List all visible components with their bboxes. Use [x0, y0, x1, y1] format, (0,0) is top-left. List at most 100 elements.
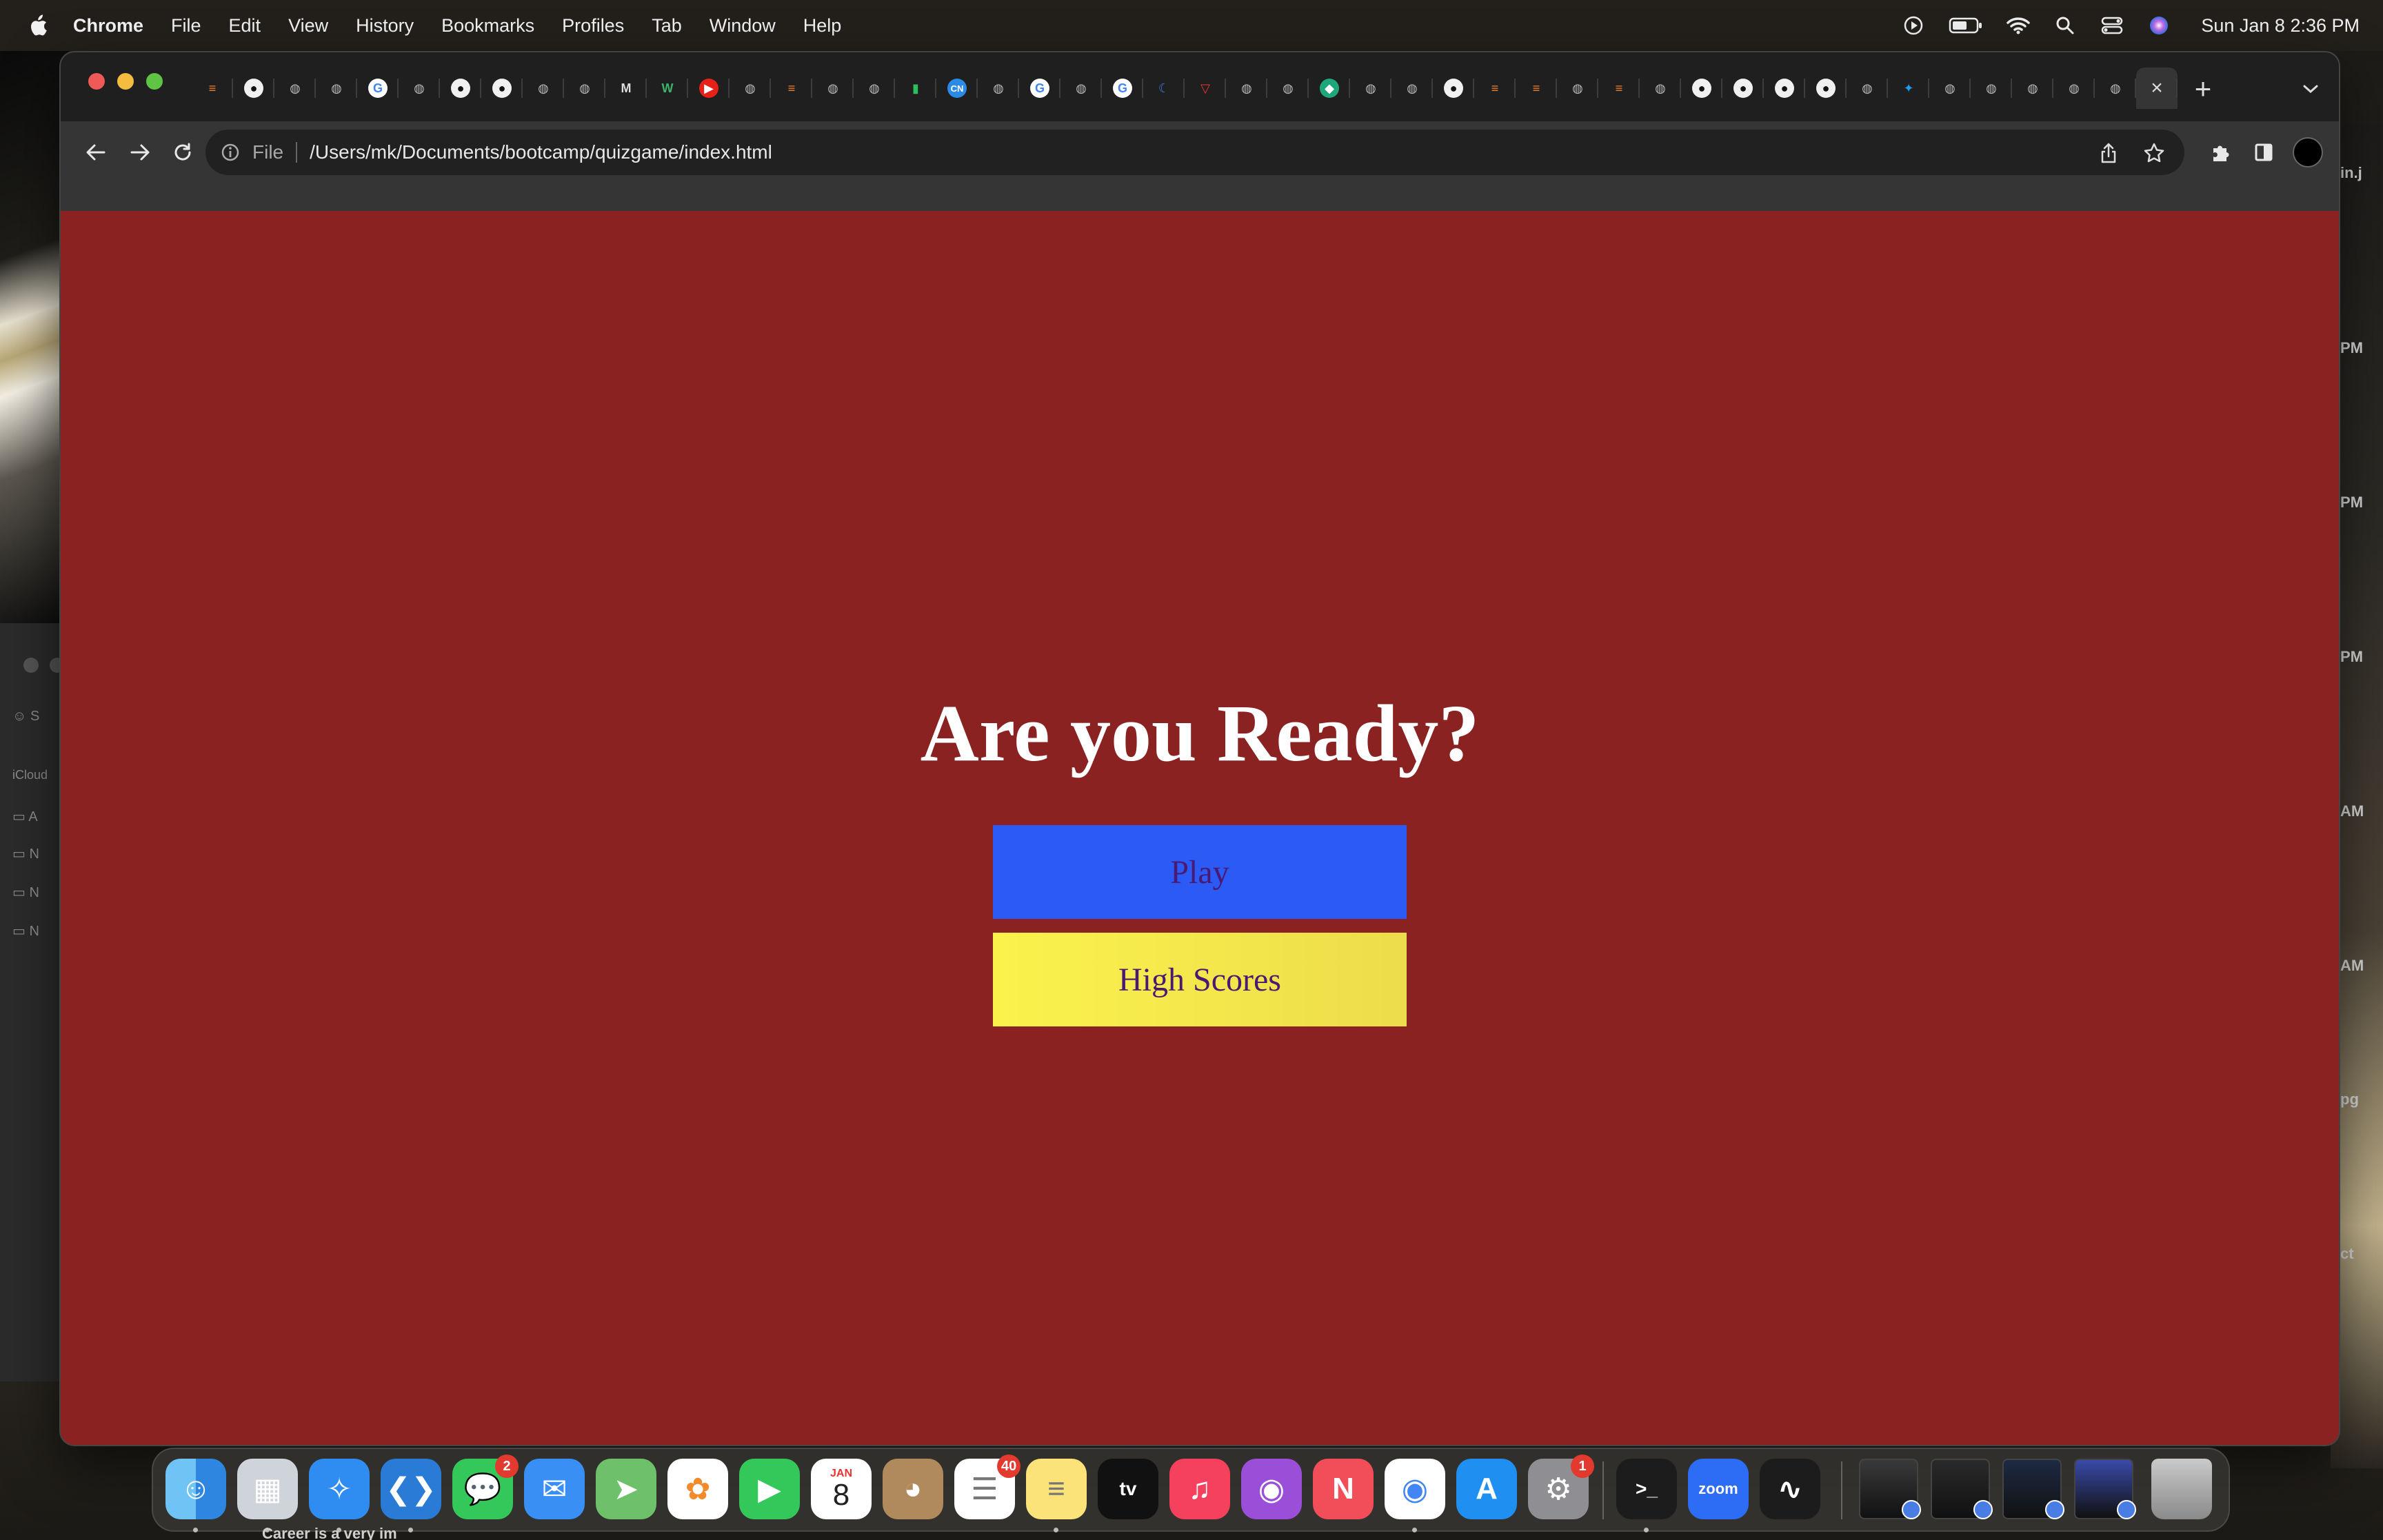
chrome-menu-kebab-icon[interactable]	[2331, 134, 2339, 171]
browser-tab[interactable]: ●	[1764, 68, 1805, 109]
browser-tab[interactable]: ▶	[688, 68, 730, 109]
menu-bar-clock[interactable]: Sun Jan 8 2:36 PM	[2201, 15, 2360, 37]
minimize-window-button[interactable]	[117, 73, 134, 90]
browser-tab[interactable]: ≡	[1598, 68, 1640, 109]
siri-icon[interactable]	[2147, 15, 2171, 36]
menu-edit[interactable]: Edit	[229, 15, 261, 37]
browser-tab[interactable]: ◍	[730, 68, 771, 109]
browser-tab[interactable]: ◍	[564, 68, 605, 109]
dock-terminal-icon[interactable]: >_	[1616, 1459, 1677, 1519]
share-icon[interactable]	[2096, 141, 2121, 165]
browser-tab[interactable]: ◍	[316, 68, 357, 109]
menu-app-name[interactable]: Chrome	[73, 15, 143, 37]
address-bar[interactable]: File /Users/mk/Documents/bootcamp/quizga…	[205, 130, 2184, 175]
browser-tab[interactable]: G	[1019, 68, 1060, 109]
menu-tab[interactable]: Tab	[652, 15, 682, 37]
browser-tab[interactable]: ≡	[192, 68, 233, 109]
dock-finder-icon[interactable]: ☺	[165, 1459, 226, 1519]
tab-search-chevron-icon[interactable]	[2295, 73, 2326, 105]
browser-tab[interactable]: ◍	[274, 68, 316, 109]
browser-tab[interactable]: ◍	[1971, 68, 2012, 109]
profile-avatar[interactable]	[2289, 134, 2326, 171]
reload-icon[interactable]	[164, 134, 201, 171]
browser-tab[interactable]: ≡	[1474, 68, 1516, 109]
browser-tab[interactable]: ●	[1722, 68, 1764, 109]
browser-tab[interactable]: ◍	[854, 68, 895, 109]
forward-arrow-icon[interactable]	[121, 134, 159, 171]
browser-tab[interactable]: ✦	[1888, 68, 1929, 109]
bookmark-star-icon[interactable]	[2142, 141, 2166, 165]
browser-tab[interactable]: ☾	[1143, 68, 1185, 109]
browser-tab[interactable]: ●	[481, 68, 523, 109]
dock-trash-icon[interactable]	[2151, 1459, 2212, 1519]
browser-tab[interactable]: ◍	[1557, 68, 1598, 109]
browser-tab[interactable]: ●	[1681, 68, 1722, 109]
dock-mail-icon[interactable]: ✉	[524, 1459, 585, 1519]
menu-help[interactable]: Help	[803, 15, 842, 37]
browser-tab[interactable]: ◍	[978, 68, 1019, 109]
address-url-text[interactable]: /Users/mk/Documents/bootcamp/quizgame/in…	[310, 141, 772, 163]
browser-tab[interactable]: ◍	[1226, 68, 1267, 109]
browser-tab[interactable]: ●	[1805, 68, 1847, 109]
back-arrow-icon[interactable]	[77, 134, 114, 171]
browser-tab[interactable]: ▮	[895, 68, 936, 109]
site-info-icon[interactable]	[219, 141, 241, 163]
browser-tab[interactable]: ◍	[1847, 68, 1888, 109]
browser-tab[interactable]: ●	[1433, 68, 1474, 109]
menu-window[interactable]: Window	[710, 15, 776, 37]
dock-maps-icon[interactable]: ➤	[596, 1459, 656, 1519]
browser-tab[interactable]: ●	[440, 68, 481, 109]
dock-music-icon[interactable]: ♫	[1169, 1459, 1230, 1519]
dock-launchpad-icon[interactable]: ▦	[237, 1459, 298, 1519]
dock-news-icon[interactable]: N	[1313, 1459, 1374, 1519]
browser-tab[interactable]: ◍	[1350, 68, 1391, 109]
dock-facetime-icon[interactable]: ▶	[739, 1459, 800, 1519]
dock-apple-tv-icon[interactable]: tv	[1098, 1459, 1158, 1519]
browser-tab[interactable]: ◍	[1060, 68, 1102, 109]
new-tab-button[interactable]: +	[2186, 72, 2220, 106]
browser-tab[interactable]: ◆	[1309, 68, 1350, 109]
wifi-icon[interactable]	[2007, 15, 2031, 36]
dock-calendar-icon[interactable]: JAN 8	[811, 1459, 872, 1519]
dock-safari-icon[interactable]: ✧	[309, 1459, 370, 1519]
finder-sidebar-item[interactable]: ▭ A	[12, 808, 38, 825]
dock-app-store-icon[interactable]: A	[1456, 1459, 1517, 1519]
spotlight-search-icon[interactable]	[2053, 15, 2077, 36]
menu-view[interactable]: View	[288, 15, 328, 37]
browser-tab[interactable]: ≡	[771, 68, 812, 109]
browser-tab[interactable]: ◍	[2095, 68, 2136, 109]
browser-tab[interactable]: CN	[936, 68, 978, 109]
menu-bookmarks[interactable]: Bookmarks	[441, 15, 534, 37]
close-tab-icon[interactable]: ×	[2147, 78, 2166, 99]
finder-sidebar-item[interactable]: ▭ N	[12, 922, 39, 940]
browser-tab[interactable]: ◍	[2053, 68, 2095, 109]
play-circle-icon[interactable]	[1902, 15, 1925, 36]
browser-tab[interactable]: ◍	[1640, 68, 1681, 109]
dock-activity-monitor-icon[interactable]: ∿	[1760, 1459, 1820, 1519]
browser-tab[interactable]: ▽	[1185, 68, 1226, 109]
browser-tab[interactable]: ●	[233, 68, 274, 109]
dock-vscode-icon[interactable]: ❮❯	[381, 1459, 441, 1519]
dock-chrome-icon[interactable]: ◉	[1385, 1459, 1445, 1519]
dock-contacts-icon[interactable]: ◕	[883, 1459, 943, 1519]
close-window-button[interactable]	[88, 73, 105, 90]
browser-tab[interactable]: ◍	[1391, 68, 1433, 109]
browser-tab[interactable]: ◍	[2012, 68, 2053, 109]
apple-menu-icon[interactable]	[28, 14, 48, 37]
menu-file[interactable]: File	[171, 15, 201, 37]
dock-podcasts-icon[interactable]: ◉	[1241, 1459, 1302, 1519]
side-panel-icon[interactable]	[2245, 134, 2282, 171]
dock-notes-icon[interactable]: ≡	[1026, 1459, 1087, 1519]
browser-tab[interactable]: M	[605, 68, 647, 109]
active-tab[interactable]: ×	[2136, 68, 2178, 109]
finder-sidebar-item[interactable]: ▭ N	[12, 845, 39, 862]
browser-tab[interactable]: W	[647, 68, 688, 109]
browser-tab[interactable]: ◍	[399, 68, 440, 109]
maximize-window-button[interactable]	[146, 73, 163, 90]
dock-photos-icon[interactable]: ✿	[667, 1459, 728, 1519]
browser-tab[interactable]: ◍	[1267, 68, 1309, 109]
browser-tab[interactable]: ≡	[1516, 68, 1557, 109]
control-center-icon[interactable]	[2100, 15, 2124, 36]
play-button[interactable]: Play	[993, 825, 1407, 919]
battery-icon[interactable]	[1949, 15, 1983, 36]
